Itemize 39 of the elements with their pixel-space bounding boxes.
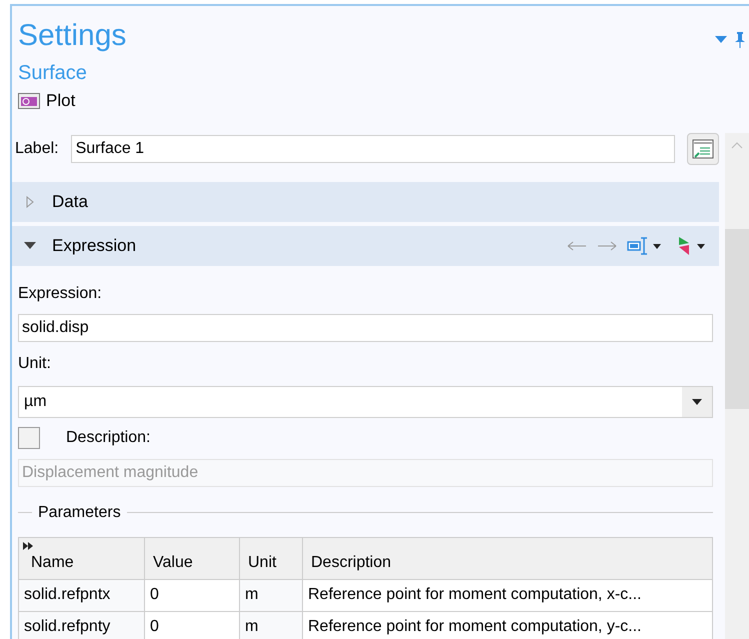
column-header[interactable]: Value (144, 537, 240, 579)
table-cell: m (240, 579, 302, 611)
table-cell: solid.refpnty (18, 611, 144, 639)
panel-title: Settings (18, 18, 126, 54)
fast-forward-icon (23, 542, 33, 550)
plot-icon (18, 92, 40, 109)
expand-arrow-icon (26, 196, 34, 208)
comment-icon (692, 138, 714, 158)
table-cell: solid.refpntx (18, 579, 144, 611)
caret-icon (692, 398, 702, 404)
column-header[interactable]: Description (302, 537, 712, 579)
section-header[interactable]: Data (12, 182, 719, 222)
dropdown-icon[interactable] (715, 36, 727, 44)
node-title: Surface (18, 61, 88, 86)
node-type: Plot (46, 90, 76, 112)
group-title: Parameters (38, 502, 121, 522)
expression-field[interactable]: solid.disp (18, 314, 713, 342)
field-label: Label: (15, 138, 59, 158)
description-checkbox[interactable] (18, 426, 40, 448)
column-header[interactable]: Unit (240, 537, 302, 579)
checkbox-label: Description: (66, 428, 150, 448)
comment-button[interactable] (687, 132, 719, 164)
left-arrow-icon[interactable] (567, 240, 587, 250)
table-cell: 0 (144, 611, 240, 639)
column-header[interactable]: Name (18, 537, 144, 579)
table-cell: m (240, 611, 302, 639)
table-cell: Reference point for moment computation, y-c... (302, 611, 712, 639)
scrollbar[interactable] (725, 133, 749, 639)
collapse-arrow-icon (24, 242, 36, 250)
pin-icon[interactable] (735, 32, 745, 48)
insert-expression-icon[interactable] (627, 234, 663, 256)
right-arrow-icon[interactable] (597, 240, 617, 250)
field-label: Unit: (18, 354, 52, 374)
table-cell: Reference point for moment computation, x-c... (302, 579, 712, 611)
table-cell: 0 (144, 579, 240, 611)
label-field[interactable]: Surface 1 (70, 134, 675, 162)
unit-dropdown[interactable]: µm (18, 386, 713, 418)
field-label: Expression: (18, 284, 103, 304)
section-header[interactable]: Expression (12, 226, 719, 266)
